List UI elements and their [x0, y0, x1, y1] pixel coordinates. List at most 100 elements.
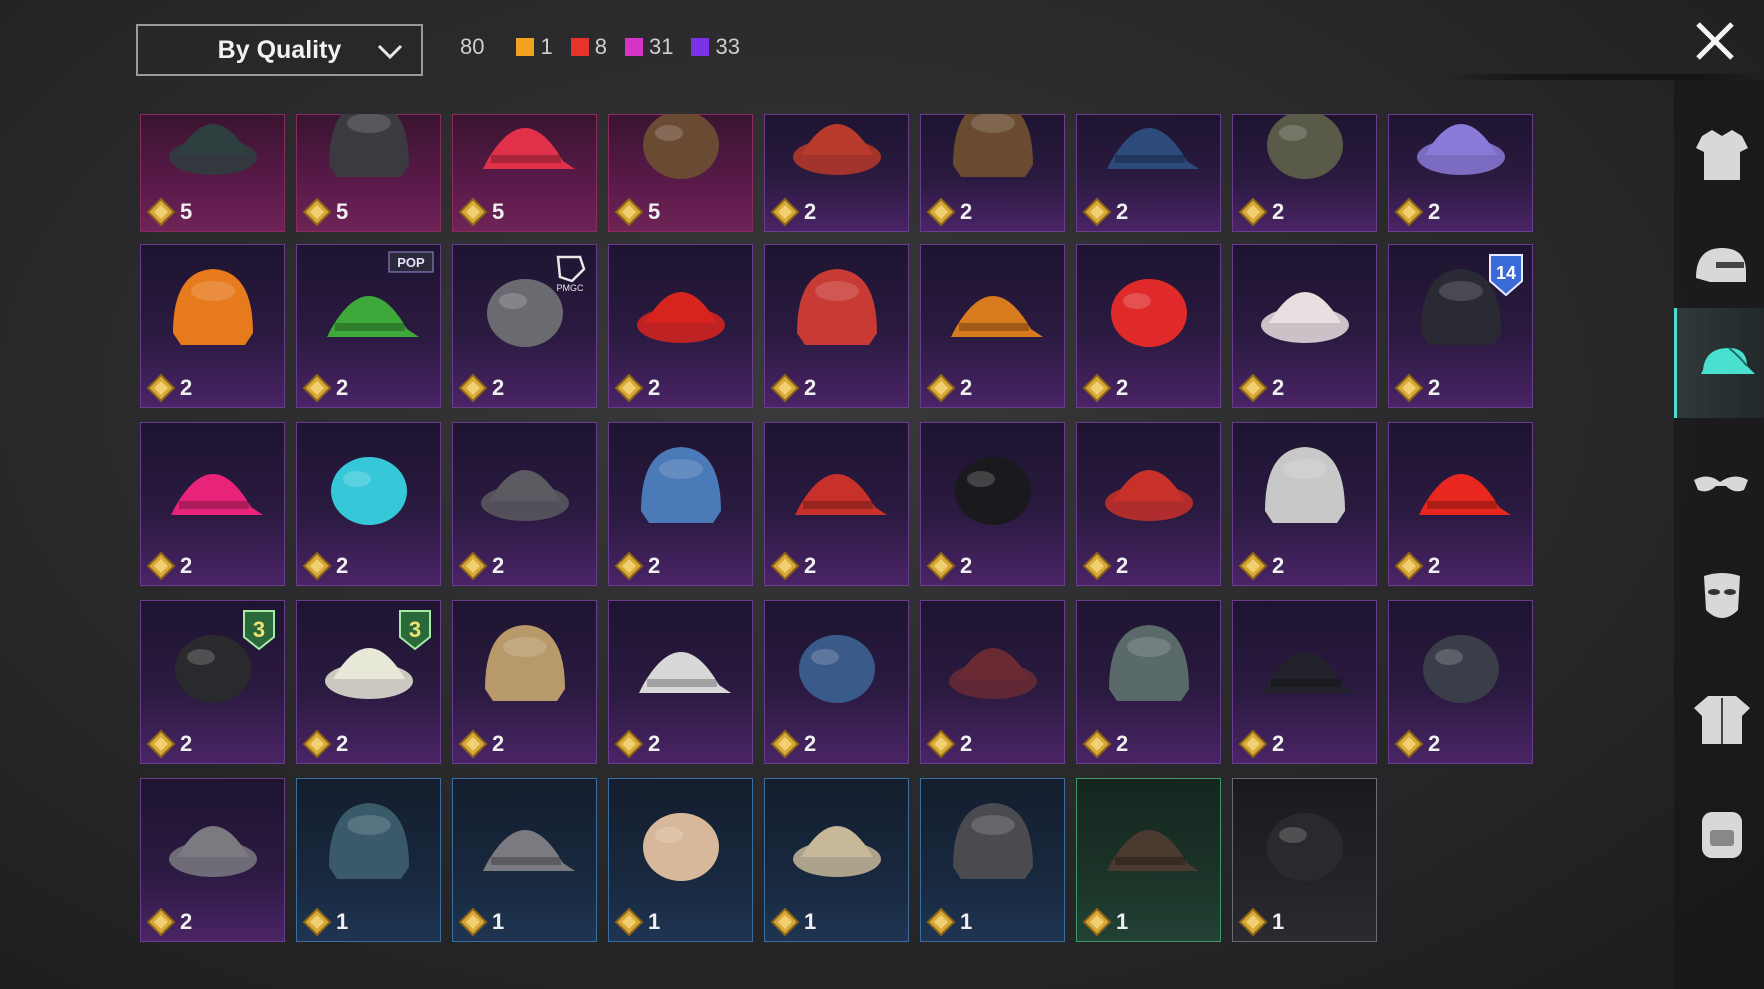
item-slot-black-beanie[interactable]: 1 [1232, 778, 1377, 942]
quantity-value: 2 [804, 199, 817, 224]
item-quantity: 2 [926, 551, 972, 581]
quantity-value: 2 [1272, 731, 1285, 756]
item-slot-brown-patrol-cap[interactable]: 1 [1076, 778, 1221, 942]
item-art [793, 826, 881, 877]
item-slot-blue-beret[interactable]: 1 [296, 778, 441, 942]
item-slot-flower-crown[interactable]: 32 [296, 600, 441, 764]
item-slot-trucker-cap-red[interactable]: 1 [608, 778, 753, 942]
pop-badge-icon: POP [388, 251, 434, 273]
item-quantity: 1 [302, 907, 348, 937]
item-slot-black-top-hat[interactable]: 2 [920, 422, 1065, 586]
item-slot-red-fedora[interactable]: 2 [1076, 422, 1221, 586]
item-slot-long-brown-hair[interactable]: 2 [920, 114, 1065, 232]
item-slot-headset-cap[interactable]: 1 [920, 778, 1065, 942]
coin-icon [1394, 729, 1424, 759]
item-slot-orange-mech-helmet[interactable]: 2 [140, 244, 285, 408]
item-slot-black-bucket-hat[interactable]: 2 [1232, 600, 1377, 764]
item-slot-red-mohawk[interactable]: 2 [608, 244, 753, 408]
nav-tab-jacket[interactable] [1674, 662, 1764, 772]
item-art [169, 124, 257, 175]
item-quantity: 1 [1238, 907, 1284, 937]
item-slot-pink-hair-cap[interactable]: 5 [452, 114, 597, 232]
helmet-icon [1696, 248, 1746, 282]
quantity-value: 2 [648, 553, 661, 578]
item-quantity: 2 [1394, 197, 1440, 227]
backpack-icon [1702, 812, 1742, 858]
item-slot-plaid-skull-wrap[interactable]: 2 [1076, 600, 1221, 764]
coin-icon [458, 373, 488, 403]
item-slot-blue-fez[interactable]: 2 [764, 600, 909, 764]
nav-tab-mask[interactable] [1674, 540, 1764, 650]
item-slot-silver-mask[interactable]: 2 [452, 422, 597, 586]
item-slot-officer-cap-mask[interactable]: 5 [296, 114, 441, 232]
sort-dropdown[interactable]: By Quality [136, 24, 423, 76]
item-slot-aviator-cap[interactable]: 2 [1388, 600, 1533, 764]
item-slot-sundae-beanie[interactable]: 2 [452, 600, 597, 764]
item-quantity: 2 [926, 729, 972, 759]
svg-text:3: 3 [253, 617, 265, 642]
nav-tab-glasses[interactable] [1674, 428, 1764, 538]
coin-icon [1238, 729, 1268, 759]
item-slot-head-mirror[interactable]: 2 [608, 600, 753, 764]
item-slot-bear-head[interactable]: 5 [608, 114, 753, 232]
coin-icon [926, 197, 956, 227]
item-slot-gray-beret[interactable]: 1 [452, 778, 597, 942]
item-slot-green-wig[interactable]: POP 2 [296, 244, 441, 408]
coin-icon [146, 197, 176, 227]
item-slot-red-beret[interactable]: 2 [764, 422, 909, 586]
item-slot-gold-visor-helmet[interactable]: 2 [1232, 114, 1377, 232]
item-slot-skull-cap[interactable]: 2 [1076, 244, 1221, 408]
item-art [641, 447, 721, 523]
item-slot-red-bucket-hat[interactable]: 2 [1388, 422, 1533, 586]
quantity-value: 2 [492, 553, 505, 578]
total-count: 80 [460, 34, 485, 59]
item-slot-football-helmet[interactable]: 2 [764, 244, 909, 408]
item-quantity: 2 [1082, 197, 1128, 227]
item-slot-maroon-fedora[interactable]: 2 [920, 600, 1065, 764]
item-quantity: 5 [302, 197, 348, 227]
item-art [1267, 813, 1343, 881]
coin-icon [1238, 907, 1268, 937]
sort-label: By Quality [217, 35, 342, 64]
quantity-value: 2 [648, 731, 661, 756]
item-art [1111, 279, 1187, 347]
item-slot-holo-cap[interactable]: 2 [1388, 114, 1533, 232]
nav-tab-helmet[interactable] [1674, 212, 1764, 322]
pmgc-badge-icon: PMGC [557, 255, 586, 293]
cap-icon [1701, 347, 1755, 374]
item-slot-shark-hat[interactable]: 2 [608, 422, 753, 586]
item-slot-trucker-cap-blue[interactable]: 1 [764, 778, 909, 942]
quantity-value: 2 [960, 553, 973, 578]
item-quantity: 1 [926, 907, 972, 937]
item-slot-red-hair-beanie[interactable]: 2 [764, 114, 909, 232]
item-slot-camo-hat[interactable]: 2 [140, 778, 285, 942]
nav-tab-cap[interactable] [1674, 308, 1764, 418]
item-quantity: 2 [302, 373, 348, 403]
item-art [795, 474, 887, 515]
coin-icon [146, 551, 176, 581]
item-art [481, 470, 569, 521]
item-slot-pink-baseball-cap[interactable]: 2 [140, 422, 285, 586]
coin-icon [614, 551, 644, 581]
quantity-value: 2 [960, 199, 973, 224]
coin-icon [770, 197, 800, 227]
quantity-value: 1 [336, 909, 349, 934]
item-slot-white-shark-head[interactable]: 2 [1232, 422, 1377, 586]
nav-tab-outfit[interactable] [1674, 100, 1764, 210]
item-slot-bandana-beard-helmet[interactable]: 5 [140, 114, 285, 232]
item-slot-gray-cap-pmgc[interactable]: PMGC 2 [452, 244, 597, 408]
item-quantity: 1 [614, 907, 660, 937]
item-slot-kabuki-mask[interactable]: 2 [1232, 244, 1377, 408]
season-badge-icon: 14 [1489, 254, 1523, 297]
close-icon[interactable] [1690, 16, 1740, 66]
item-slot-teal-bob-wig[interactable]: 2 [296, 422, 441, 586]
item-slot-black-fedora[interactable]: 32 [140, 600, 285, 764]
rank-badge-icon: 3 [243, 610, 275, 651]
coin-icon [1238, 373, 1268, 403]
svg-text:3: 3 [409, 617, 421, 642]
nav-tab-backpack[interactable] [1674, 774, 1764, 884]
item-slot-blue-white-cap[interactable]: 2 [1076, 114, 1221, 232]
item-slot-police-cap[interactable]: 14 2 [1388, 244, 1533, 408]
item-slot-tech-mask-hair[interactable]: 2 [920, 244, 1065, 408]
item-quantity: 1 [1082, 907, 1128, 937]
